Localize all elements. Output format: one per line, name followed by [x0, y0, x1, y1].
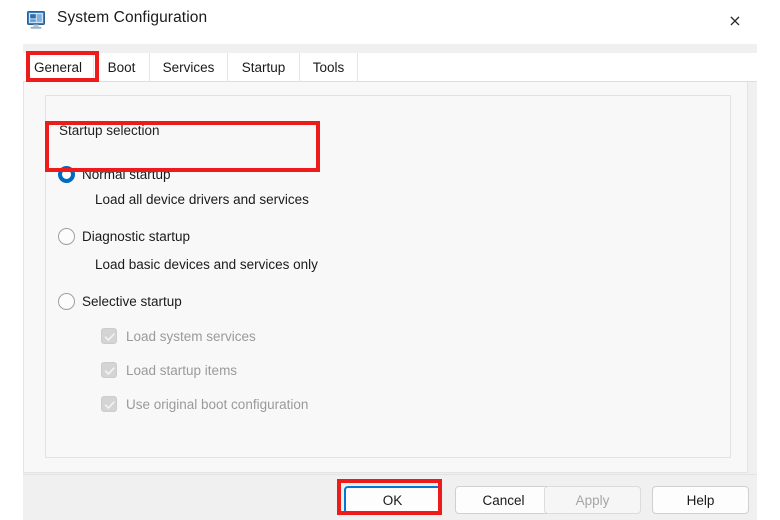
- checkbox-load-system-services-box: [101, 328, 117, 344]
- radio-selective-startup-label: Selective startup: [82, 294, 182, 309]
- title-bar: System Configuration ×: [0, 0, 780, 44]
- diagnostic-startup-description: Load basic devices and services only: [95, 257, 318, 272]
- window-title: System Configuration: [57, 9, 208, 26]
- tab-tools[interactable]: Tools: [300, 53, 358, 81]
- tab-startup[interactable]: Startup: [228, 53, 300, 81]
- radio-normal-startup-indicator[interactable]: [58, 166, 75, 183]
- checkbox-row-use-original-boot-configuration: Use original boot configuration: [101, 396, 308, 412]
- checkbox-load-startup-items-box: [101, 362, 117, 378]
- tab-content-panel: Startup selection Normal startup Load al…: [23, 82, 748, 473]
- radio-row-diagnostic-startup[interactable]: Diagnostic startup: [58, 228, 190, 245]
- system-configuration-monitor-icon: [27, 11, 48, 30]
- checkbox-row-load-system-services: Load system services: [101, 328, 256, 344]
- radio-diagnostic-startup-label: Diagnostic startup: [82, 229, 191, 244]
- tab-services[interactable]: Services: [150, 53, 228, 81]
- close-icon: ×: [728, 11, 742, 30]
- checkbox-load-system-services-label: Load system services: [126, 328, 256, 344]
- checkbox-use-original-boot-configuration-label: Use original boot configuration: [126, 396, 309, 412]
- radio-row-selective-startup[interactable]: Selective startup: [58, 293, 182, 310]
- system-configuration-dialog: System Configuration × General Boot Serv…: [0, 0, 780, 520]
- ok-button[interactable]: OK: [344, 486, 441, 514]
- close-button[interactable]: ×: [712, 6, 758, 36]
- checkbox-row-load-startup-items: Load startup items: [101, 362, 237, 378]
- tab-general[interactable]: General: [23, 53, 94, 81]
- help-button[interactable]: Help: [652, 486, 749, 514]
- checkbox-use-original-boot-configuration-box: [101, 396, 117, 412]
- checkbox-load-startup-items-label: Load startup items: [126, 362, 238, 378]
- apply-button[interactable]: Apply: [544, 486, 641, 514]
- cancel-button[interactable]: Cancel: [455, 486, 552, 514]
- tab-boot[interactable]: Boot: [94, 53, 150, 81]
- radio-row-normal-startup[interactable]: Normal startup: [58, 166, 171, 183]
- radio-normal-startup-label: Normal startup: [82, 167, 171, 182]
- dialog-body: General Boot Services Startup Tools Star…: [23, 44, 757, 520]
- radio-diagnostic-startup-indicator[interactable]: [58, 228, 75, 245]
- startup-selection-legend: Startup selection: [55, 124, 165, 138]
- normal-startup-description: Load all device drivers and services: [95, 192, 309, 207]
- tab-strip: General Boot Services Startup Tools: [23, 53, 757, 82]
- dialog-button-bar: OK Cancel Apply Help: [23, 474, 757, 520]
- radio-selective-startup-indicator[interactable]: [58, 293, 75, 310]
